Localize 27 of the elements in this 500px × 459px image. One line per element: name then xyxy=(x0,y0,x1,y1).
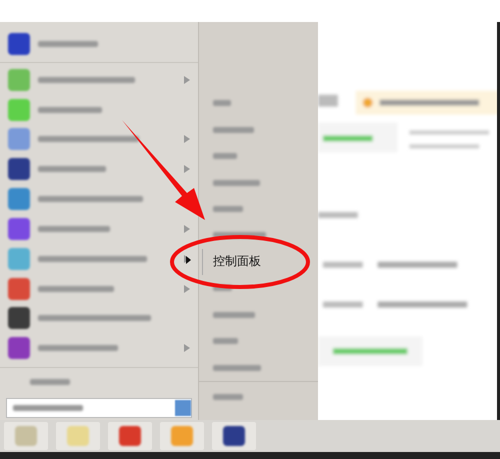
menu-item[interactable]: 控制面板 xyxy=(202,248,318,276)
blurred-text-drawing xyxy=(30,379,70,386)
blurred-text-drawing xyxy=(213,180,260,186)
blurred-text-drawing xyxy=(213,126,254,133)
blurred-text-drawing xyxy=(13,405,83,412)
app-icon[interactable] xyxy=(8,158,30,180)
search-icon[interactable] xyxy=(175,400,191,416)
app-icon[interactable] xyxy=(8,32,30,55)
blurred-text-drawing xyxy=(213,394,243,400)
blurred-text-drawing xyxy=(213,338,238,344)
blurred-text-drawing xyxy=(38,40,98,47)
blurred-text-drawing xyxy=(213,153,237,160)
blurred-text-drawing xyxy=(38,106,102,113)
blurred-text-drawing xyxy=(213,206,243,212)
app-icon[interactable] xyxy=(8,278,30,300)
blurred-text-drawing xyxy=(213,100,231,106)
taskbar-button[interactable] xyxy=(212,422,256,450)
app-icon[interactable] xyxy=(8,188,30,210)
app-icon[interactable] xyxy=(8,337,30,360)
blurred-text-drawing xyxy=(38,226,110,232)
app-icon[interactable] xyxy=(8,307,30,330)
blurred-text-drawing xyxy=(38,166,106,172)
taskbar-button[interactable] xyxy=(108,422,152,450)
blurred-text-drawing xyxy=(213,312,255,318)
search-field[interactable] xyxy=(6,398,192,418)
app-icon[interactable] xyxy=(8,218,30,240)
blurred-text-drawing xyxy=(213,364,261,371)
